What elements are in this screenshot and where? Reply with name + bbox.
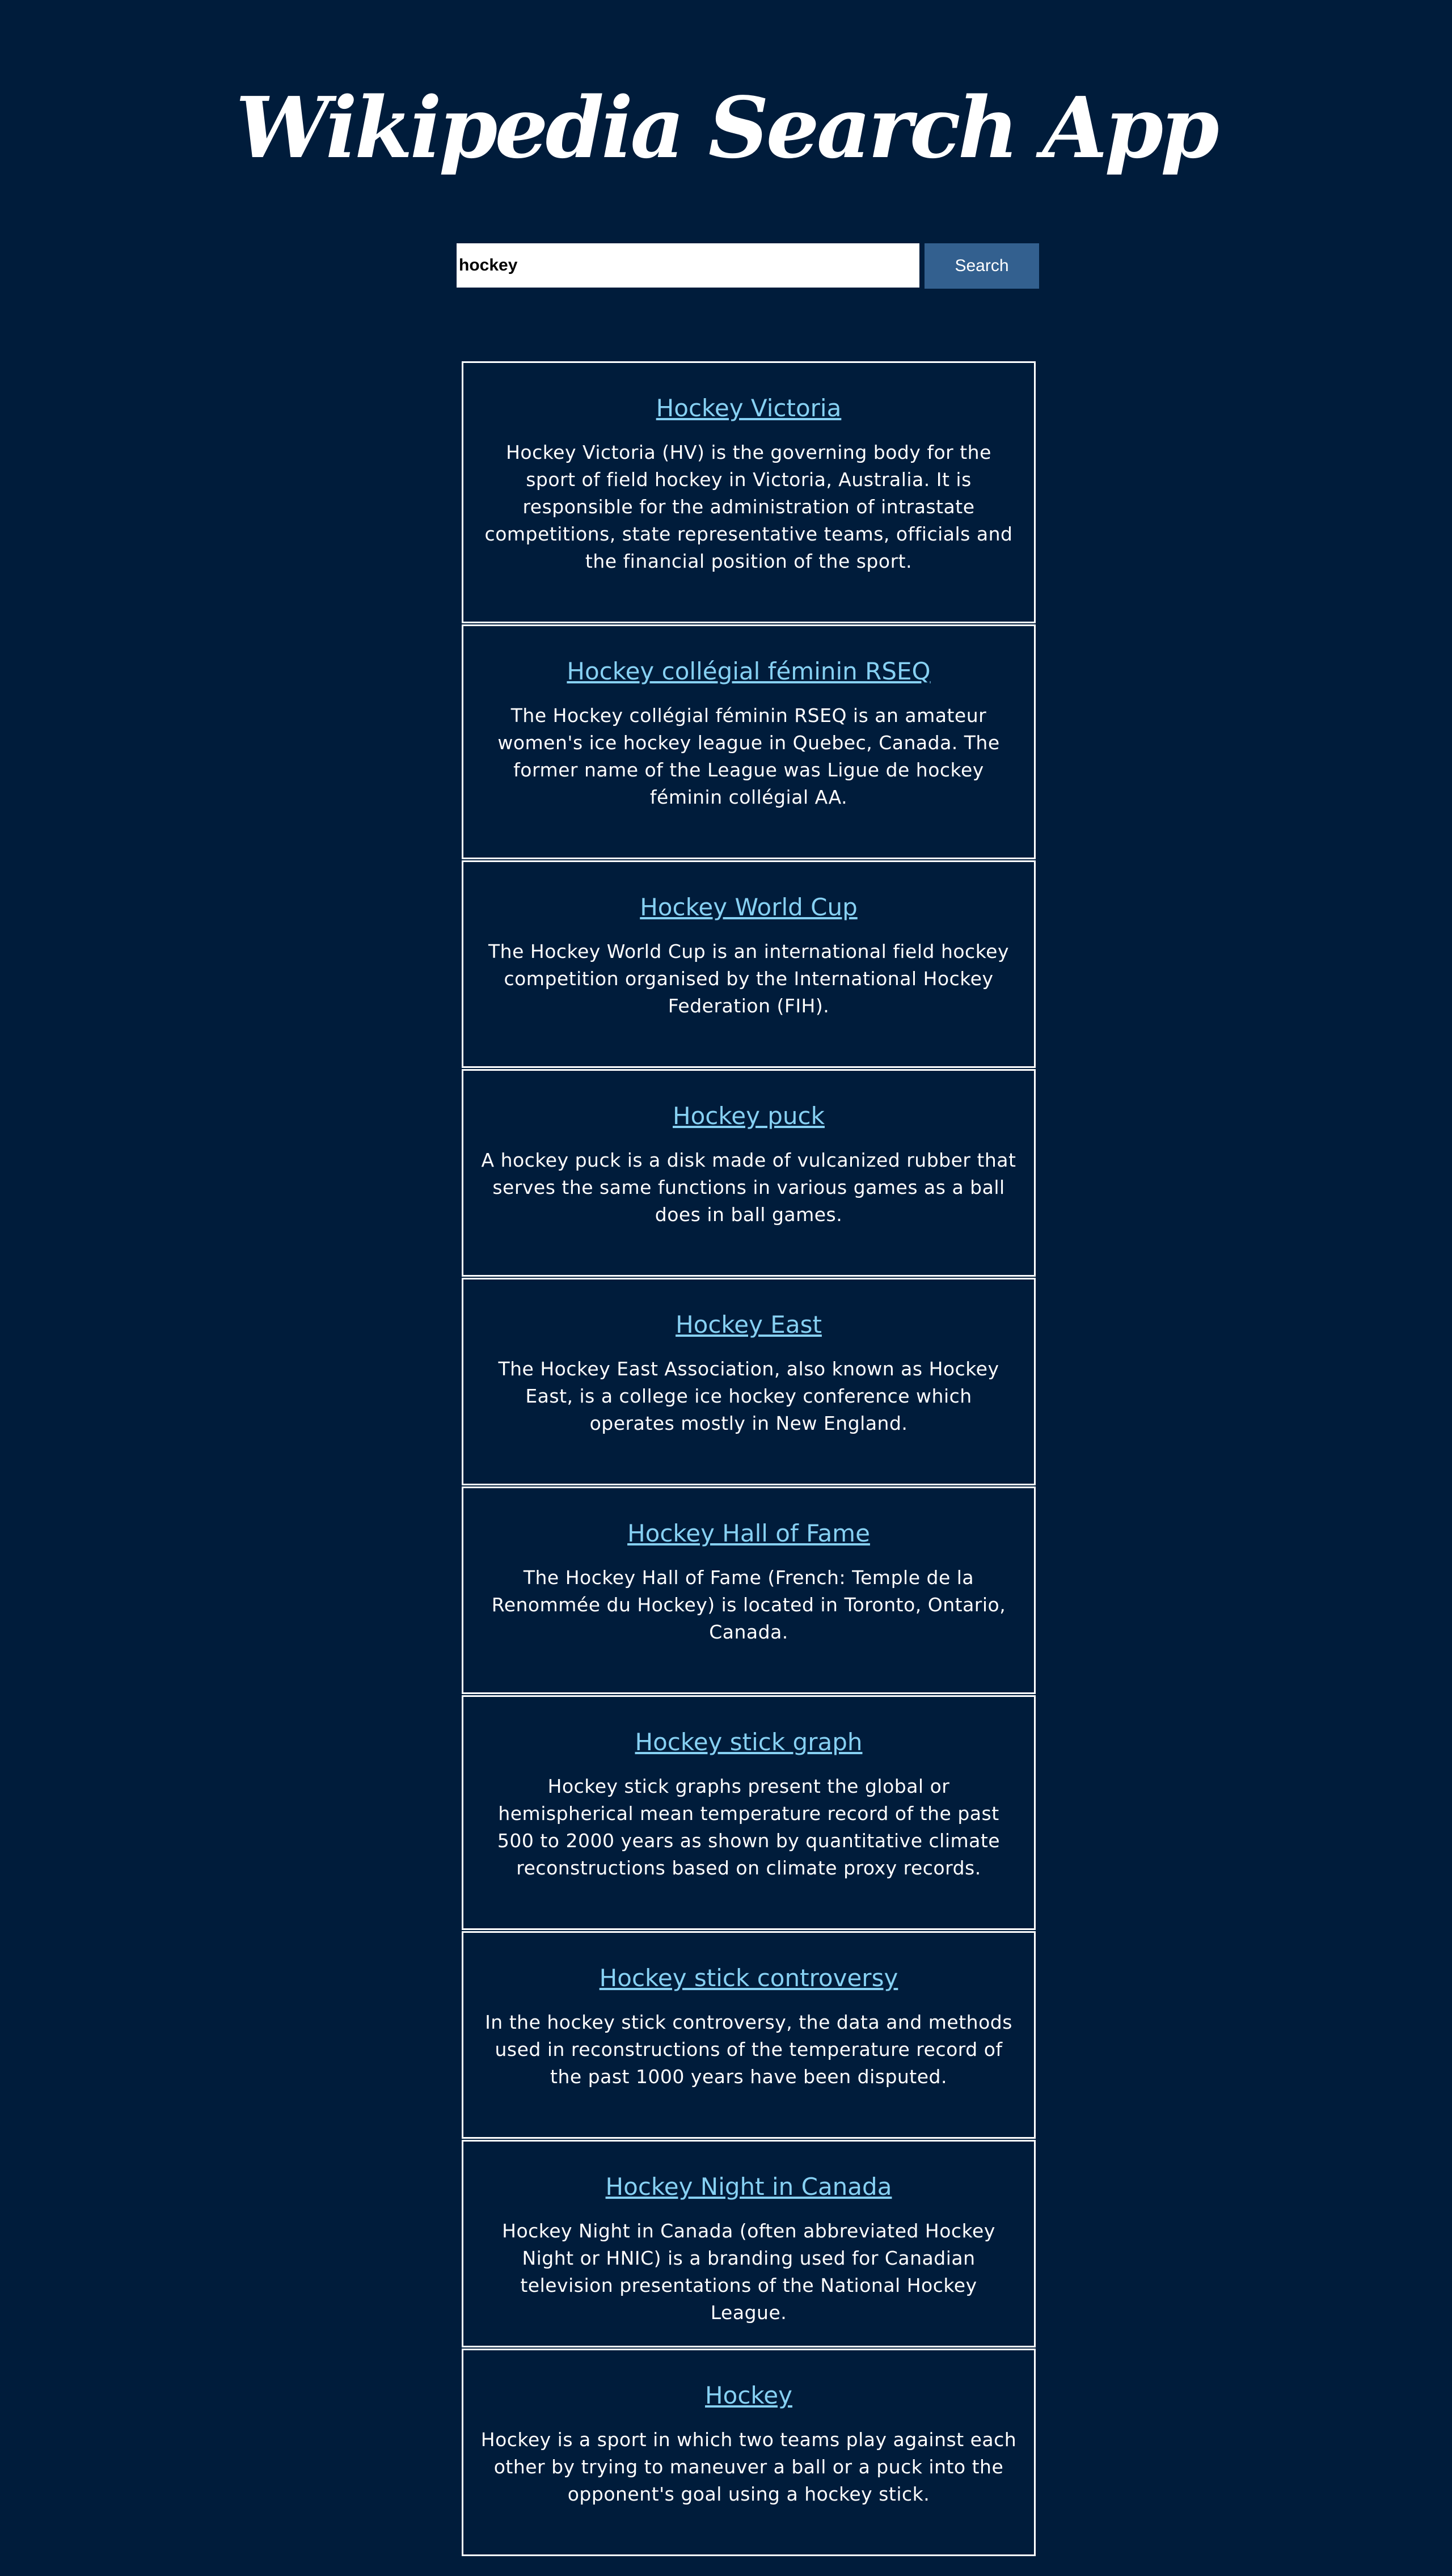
result-snippet: The Hockey Hall of Fame (French: Temple …	[491, 1566, 1006, 1643]
result-snippet: Hockey stick graphs present the global o…	[497, 1775, 1001, 1879]
result-card: Hockey collégial féminin RSEQ The Hockey…	[462, 624, 1036, 859]
results-list: Hockey Victoria Hockey Victoria (HV) is …	[462, 361, 1036, 2557]
result-link[interactable]: Hockey stick graph	[480, 1725, 1017, 1759]
page-title: Wikipedia Search App	[235, 78, 1219, 177]
result-link[interactable]: Hockey puck	[480, 1099, 1017, 1133]
result-snippet: Hockey Victoria (HV) is the governing bo…	[484, 441, 1013, 572]
result-card: Hockey Night in Canada Hockey Night in C…	[462, 2140, 1036, 2347]
result-link[interactable]: Hockey	[480, 2379, 1017, 2413]
result-card: Hockey East The Hockey East Association,…	[462, 1278, 1036, 1485]
result-card: Hockey puck A hockey puck is a disk made…	[462, 1069, 1036, 1277]
search-button[interactable]: Search	[925, 243, 1039, 289]
result-card: Hockey stick controversy In the hockey s…	[462, 1931, 1036, 2139]
search-input[interactable]	[457, 243, 919, 288]
result-snippet: Hockey Night in Canada (often abbreviate…	[502, 2220, 995, 2324]
result-card: Hockey Hall of Fame The Hockey Hall of F…	[462, 1487, 1036, 1694]
result-link[interactable]: Hockey Hall of Fame	[480, 1517, 1017, 1551]
result-card: Hockey World Cup The Hockey World Cup is…	[462, 860, 1036, 1068]
result-link[interactable]: Hockey stick controversy	[480, 1961, 1017, 1995]
result-link[interactable]: Hockey World Cup	[480, 890, 1017, 924]
result-card: Hockey Victoria Hockey Victoria (HV) is …	[462, 361, 1036, 623]
result-card: Hockey Hockey is a sport in which two te…	[462, 2349, 1036, 2556]
result-card: Hockey stick graph Hockey stick graphs p…	[462, 1695, 1036, 1930]
result-link[interactable]: Hockey Victoria	[480, 391, 1017, 425]
result-snippet: In the hockey stick controversy, the dat…	[485, 2011, 1012, 2088]
result-snippet: The Hockey collégial féminin RSEQ is an …	[497, 704, 1000, 808]
result-link[interactable]: Hockey Night in Canada	[480, 2170, 1017, 2204]
result-link[interactable]: Hockey East	[480, 1308, 1017, 1342]
result-snippet: The Hockey East Association, also known …	[498, 1358, 999, 1434]
result-snippet: The Hockey World Cup is an international…	[488, 940, 1009, 1017]
result-link[interactable]: Hockey collégial féminin RSEQ	[480, 654, 1017, 689]
result-snippet: A hockey puck is a disk made of vulcaniz…	[481, 1149, 1016, 1226]
result-snippet: Hockey is a sport in which two teams pla…	[480, 2429, 1017, 2505]
